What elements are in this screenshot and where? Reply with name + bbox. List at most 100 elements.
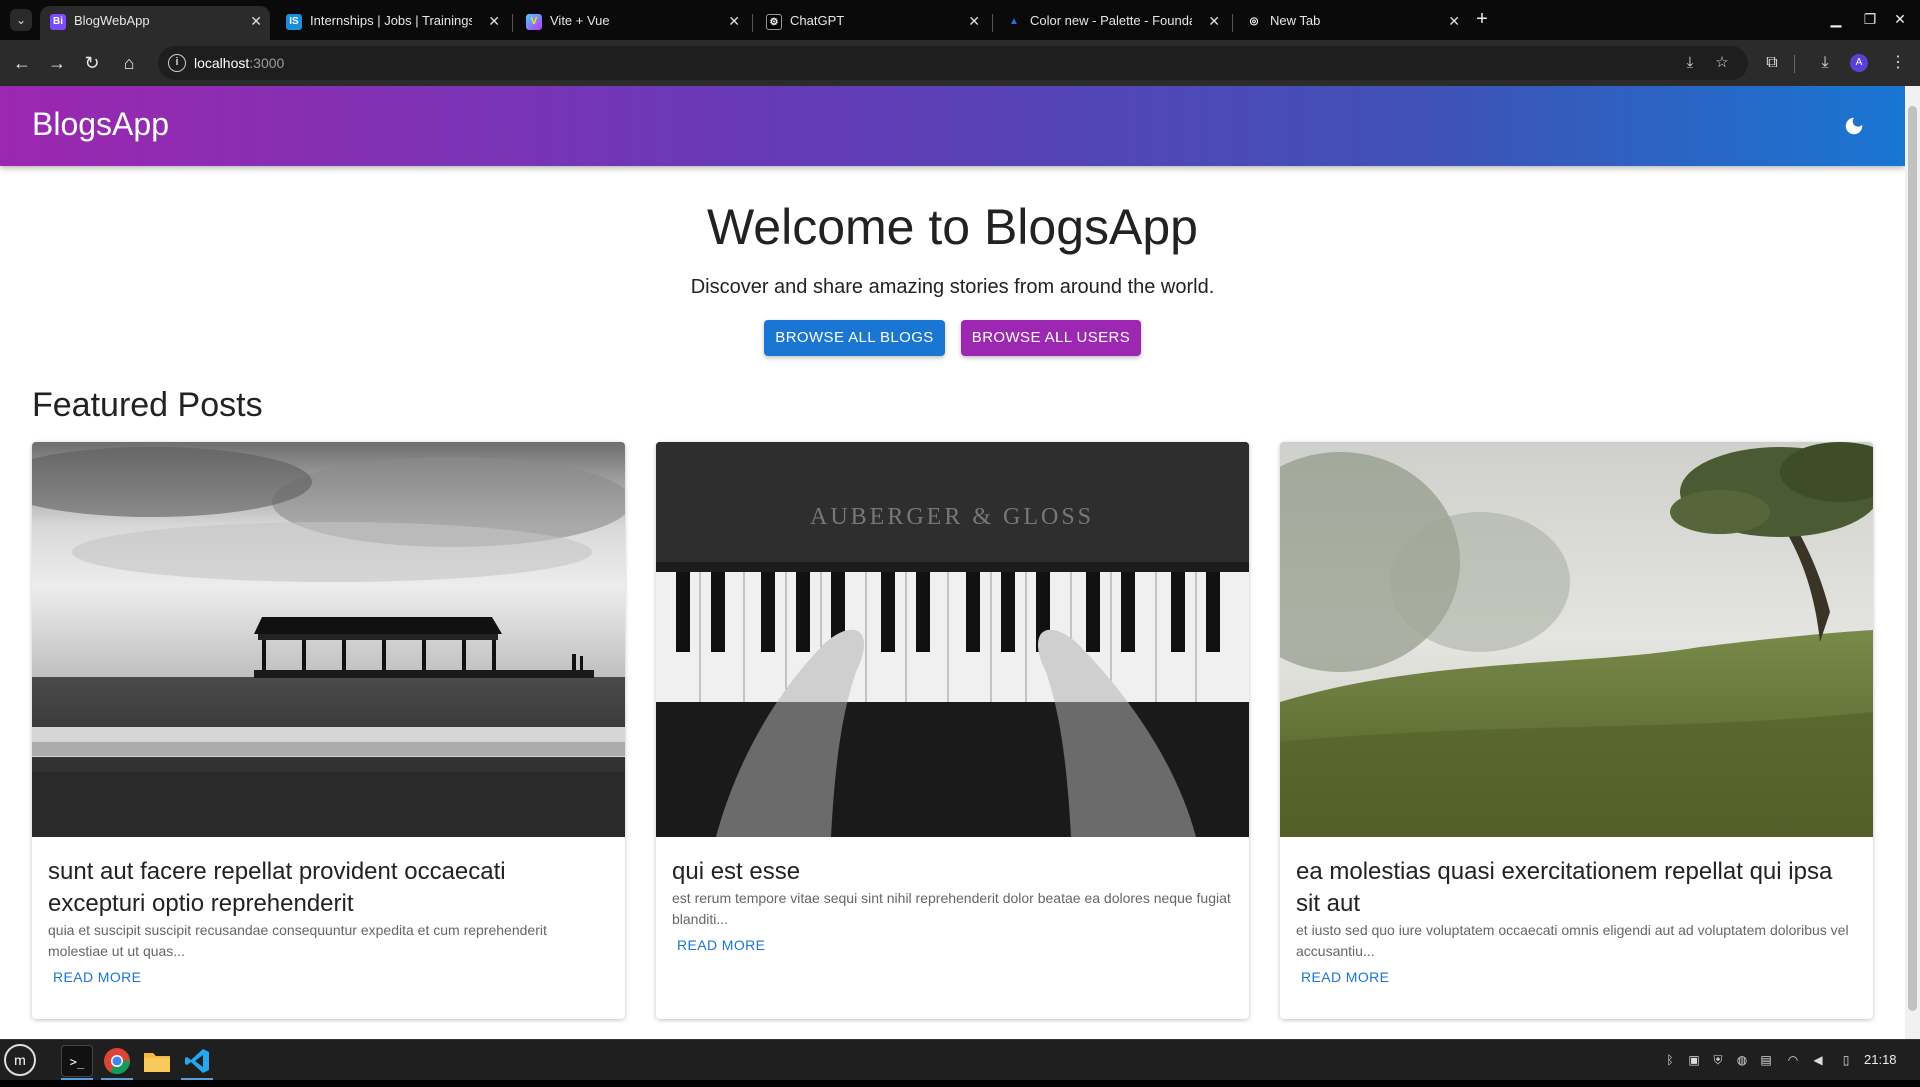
chrome-icon[interactable]: [101, 1045, 133, 1077]
read-more-link[interactable]: READ MORE: [53, 969, 141, 985]
address-bar[interactable]: i localhost:3000 ⤓ ☆: [158, 46, 1748, 80]
atlassian-icon: ▲: [1009, 16, 1019, 27]
clipboard-icon[interactable]: ▣: [1686, 1052, 1702, 1068]
tab-title: BlogWebApp: [74, 13, 150, 28]
volume-icon[interactable]: ◀: [1810, 1052, 1826, 1068]
post-card[interactable]: sunt aut facere repellat provident occae…: [32, 442, 625, 1019]
shield-icon[interactable]: ⛨: [1710, 1052, 1726, 1068]
bluetooth-icon[interactable]: ᛒ: [1662, 1052, 1678, 1068]
tab-separator: [1232, 14, 1233, 32]
tab-chatgpt[interactable]: ⚙ ChatGPT ✕: [756, 6, 988, 40]
chrome-icon: ◎: [1249, 16, 1259, 27]
svg-text:AUBERGER & GLOSS: AUBERGER & GLOSS: [810, 504, 1094, 530]
tab-title: Vite + Vue: [550, 13, 610, 28]
plus-icon: +: [1476, 8, 1488, 30]
url-text[interactable]: localhost:3000: [194, 55, 284, 71]
tab-new-tab[interactable]: ◎ New Tab ✕: [1236, 6, 1468, 40]
tab-title: New Tab: [1270, 13, 1321, 28]
close-icon[interactable]: ✕: [1448, 6, 1460, 36]
scrollbar-thumb[interactable]: [1908, 106, 1917, 1011]
vite-icon: V: [526, 14, 542, 30]
forward-button[interactable]: →: [45, 51, 69, 75]
os-taskbar: m >_ ᛒ ▣ ⛨ ◍ ▤ ◠ ◀ ▯ 21:18: [0, 1039, 1920, 1080]
post-title: sunt aut facere repellat provident occae…: [48, 858, 506, 917]
close-icon[interactable]: ✕: [968, 6, 980, 36]
favicon-icon: IS: [286, 14, 302, 30]
tab-strip: ⌄ Bi BlogWebApp ✕ IS Internships | Jobs …: [0, 0, 1920, 40]
read-more-link[interactable]: READ MORE: [677, 937, 765, 953]
app-bar: BlogsApp: [0, 86, 1905, 166]
tab-separator: [512, 14, 513, 32]
post-title: ea molestias quasi exercitationem repell…: [1296, 858, 1833, 917]
theme-toggle-button[interactable]: [1838, 110, 1870, 142]
favicon-icon: Bi: [50, 14, 66, 30]
brand-title[interactable]: BlogsApp: [32, 106, 169, 143]
bookmark-star-icon[interactable]: ☆: [1712, 53, 1732, 73]
page-viewport: BlogsApp Welcome to BlogsApp Discover an…: [0, 86, 1905, 1039]
post-card[interactable]: ea molestias quasi exercitationem repell…: [1280, 442, 1873, 1019]
battery-icon[interactable]: ▯: [1838, 1052, 1854, 1068]
arrow-right-icon: →: [48, 53, 66, 73]
minimize-button[interactable]: ▁: [1826, 9, 1846, 29]
maximize-button[interactable]: ❐: [1860, 9, 1880, 29]
tab-blogwebapp[interactable]: Bi BlogWebApp ✕: [40, 6, 270, 40]
browse-all-users-button[interactable]: BROWSE ALL USERS: [961, 320, 1141, 356]
install-app-icon[interactable]: ⤓: [1680, 53, 1700, 73]
tab-search-button[interactable]: ⌄: [10, 9, 32, 31]
post-title: qui est esse: [672, 858, 801, 885]
site-info-icon[interactable]: i: [168, 54, 186, 72]
vscode-logo-icon: [185, 1049, 209, 1073]
browse-all-blogs-button[interactable]: BROWSE ALL BLOGS: [764, 320, 945, 356]
storage-icon[interactable]: ▤: [1758, 1052, 1774, 1068]
chatgpt-icon: ⚙: [766, 14, 782, 30]
close-icon[interactable]: ✕: [488, 6, 500, 36]
close-window-button[interactable]: ✕: [1890, 9, 1910, 29]
terminal-icon[interactable]: >_: [61, 1045, 93, 1077]
new-tab-button[interactable]: +: [1470, 8, 1494, 32]
vscode-icon[interactable]: [181, 1045, 213, 1077]
menu-kebab-icon[interactable]: ⋮: [1886, 51, 1910, 75]
tab-vite-vue[interactable]: V Vite + Vue ✕: [516, 6, 748, 40]
home-button[interactable]: ⌂: [117, 51, 141, 75]
network-manager-icon[interactable]: ◍: [1734, 1052, 1750, 1068]
moon-icon: [1845, 117, 1863, 135]
arrow-left-icon: ←: [13, 53, 31, 73]
wifi-icon[interactable]: ◠: [1785, 1052, 1801, 1068]
post-excerpt: et iusto sed quo iure voluptatem occaeca…: [1296, 922, 1849, 959]
taskbar-clock[interactable]: 21:18: [1864, 1052, 1897, 1067]
close-icon: ✕: [1894, 11, 1906, 27]
chrome-logo-icon: [104, 1048, 131, 1075]
folder-icon: [144, 1053, 170, 1072]
tab-internships[interactable]: IS Internships | Jobs | Trainings ✕: [276, 6, 508, 40]
minimize-icon: ▁: [1830, 11, 1842, 27]
back-button[interactable]: ←: [10, 51, 34, 75]
tab-title: Internships | Jobs | Trainings: [310, 13, 472, 28]
post-excerpt: est rerum tempore vitae sequi sint nihil…: [672, 890, 1231, 927]
restore-icon: ❐: [1863, 11, 1877, 27]
url-host: localhost: [194, 55, 250, 71]
toolbar-divider: [1794, 55, 1795, 73]
tab-color-palette[interactable]: ▲ Color new - Palette - Founda ✕: [996, 6, 1228, 40]
mint-menu-icon[interactable]: m: [4, 1044, 36, 1076]
close-icon[interactable]: ✕: [1208, 6, 1220, 36]
read-more-link[interactable]: READ MORE: [1301, 969, 1389, 985]
tab-separator: [752, 14, 753, 32]
reload-icon: ↻: [84, 53, 100, 73]
downloads-icon[interactable]: ⤓: [1813, 51, 1837, 75]
post-card[interactable]: AUBERGER & GLOSS qui est esse est rerum …: [656, 442, 1249, 1019]
featured-posts-heading: Featured Posts: [32, 386, 263, 424]
chevron-down-icon: ⌄: [15, 13, 27, 27]
reload-button[interactable]: ↻: [80, 51, 104, 75]
page-scrollbar[interactable]: [1905, 86, 1920, 1039]
extensions-icon[interactable]: ⧉: [1760, 51, 1784, 75]
tab-title: ChatGPT: [790, 13, 845, 28]
post-image-pier: [32, 442, 625, 837]
close-icon[interactable]: ✕: [250, 6, 262, 36]
tab-separator: [992, 14, 993, 32]
files-folder-icon[interactable]: [141, 1045, 173, 1077]
hero-title: Welcome to BlogsApp: [707, 199, 1198, 255]
profile-avatar[interactable]: A: [1850, 54, 1868, 72]
home-icon: ⌂: [123, 53, 135, 73]
tab-title: Color new - Palette - Founda: [1030, 13, 1192, 28]
close-icon[interactable]: ✕: [728, 6, 740, 36]
